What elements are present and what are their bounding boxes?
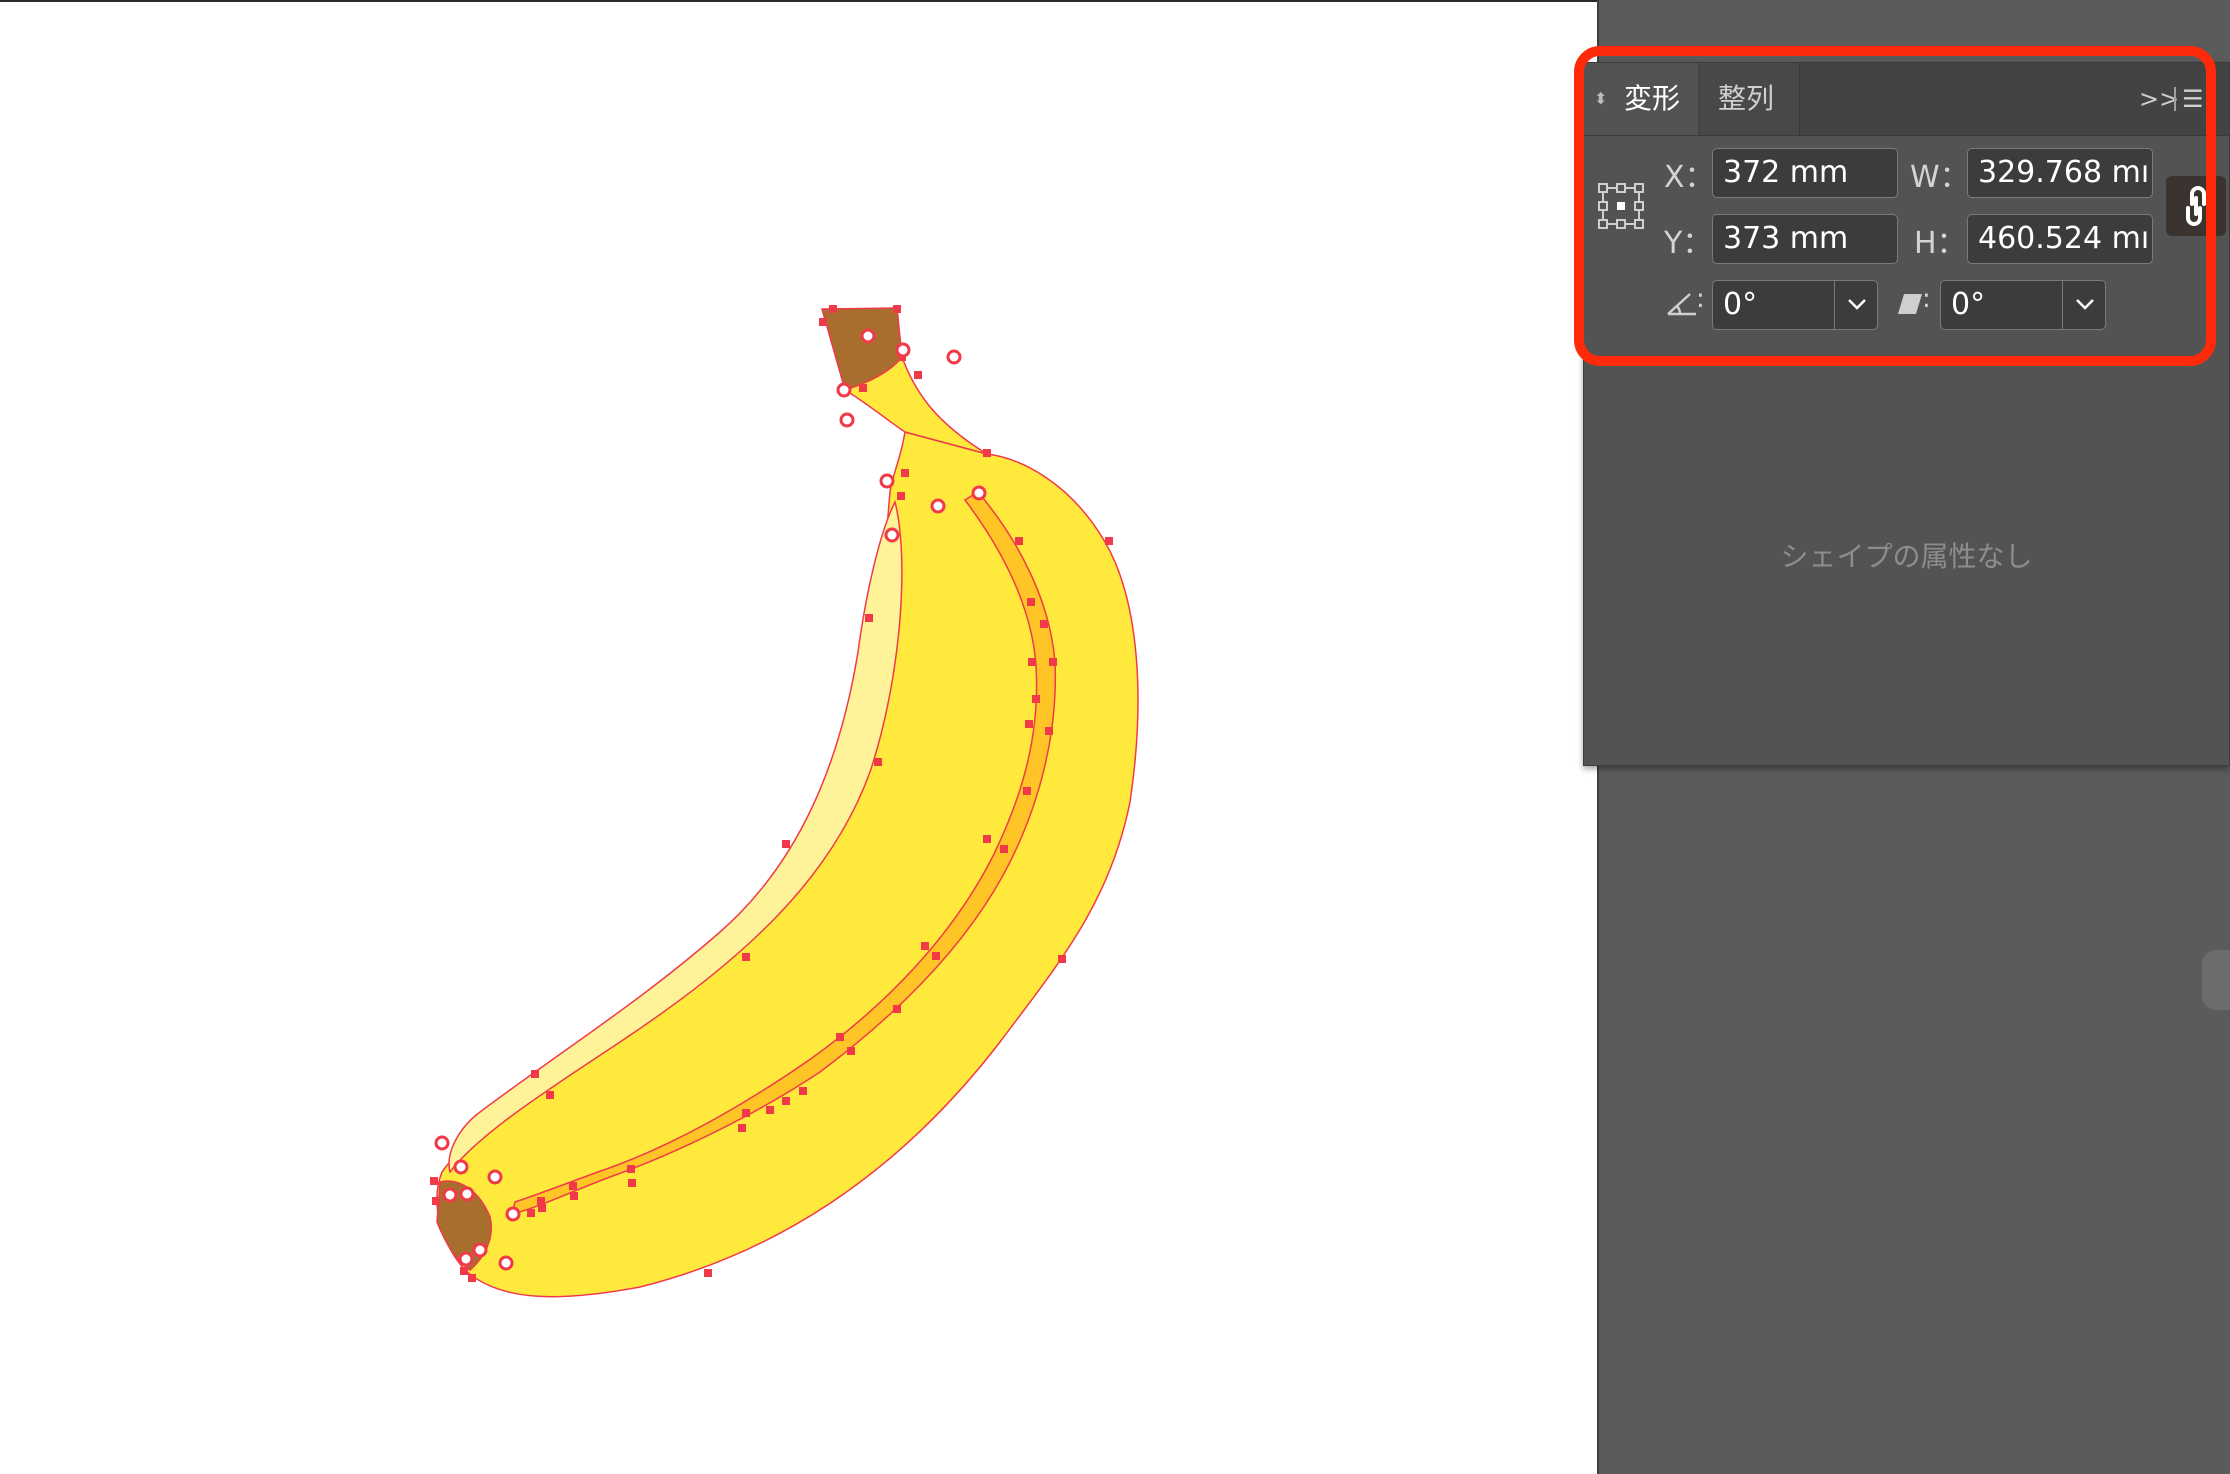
tab-transform-label: 変形 (1624, 82, 1681, 115)
collapse-arrows-icon[interactable]: ⬍ (1594, 63, 1607, 135)
chevron-down-icon (1848, 299, 1866, 310)
rotate-angle-icon (1667, 293, 1696, 316)
x-label: X： (1664, 160, 1715, 195)
shear-value: 0° (1951, 287, 1986, 322)
h-label: H： (1914, 226, 1967, 261)
rotate-dropdown-arrow[interactable] (1834, 281, 1877, 329)
chain-link-icon (2186, 186, 2206, 226)
y-input[interactable]: 373 mm (1712, 214, 1898, 264)
artboard-canvas[interactable] (0, 0, 1597, 1474)
chevron-down-icon (2076, 299, 2094, 310)
tab-align-label: 整列 (1718, 82, 1775, 115)
h-input[interactable]: 460.524 mı (1967, 214, 2153, 264)
shear-colon: : (1922, 284, 1931, 314)
panel-tab-bar: ⬍ 変形 整列 >> ☰ (1584, 63, 2229, 136)
y-label: Y： (1664, 226, 1713, 261)
tab-align[interactable]: 整列 (1700, 63, 1800, 135)
rotate-colon: : (1696, 284, 1705, 314)
rotate-value: 0° (1723, 287, 1758, 322)
reference-point-grid-icon[interactable] (1597, 182, 1645, 232)
shear-dropdown-arrow[interactable] (2062, 281, 2105, 329)
shear-dropdown[interactable]: 0° (1940, 280, 2106, 330)
no-shape-properties-message: シェイプの属性なし (1780, 540, 2033, 573)
constrain-proportions-button[interactable] (2166, 176, 2226, 236)
hamburger-menu-icon[interactable]: ☰ (2182, 63, 2204, 135)
w-label: W： (1910, 160, 1970, 195)
rotate-dropdown[interactable]: 0° (1712, 280, 1878, 330)
panel-divider (2174, 87, 2176, 111)
banana-artwork[interactable] (0, 2, 1597, 1474)
shear-icon (1898, 294, 1922, 314)
x-input[interactable]: 372 mm (1712, 148, 1898, 198)
tab-transform[interactable]: ⬍ 変形 (1584, 63, 1698, 135)
dock-scroll-handle[interactable] (2202, 950, 2230, 1010)
w-input[interactable]: 329.768 mı (1967, 148, 2153, 198)
screen: ⬍ 変形 整列 >> ☰ X： 372 mm W： 329.768 mı Y： (0, 0, 2230, 1474)
